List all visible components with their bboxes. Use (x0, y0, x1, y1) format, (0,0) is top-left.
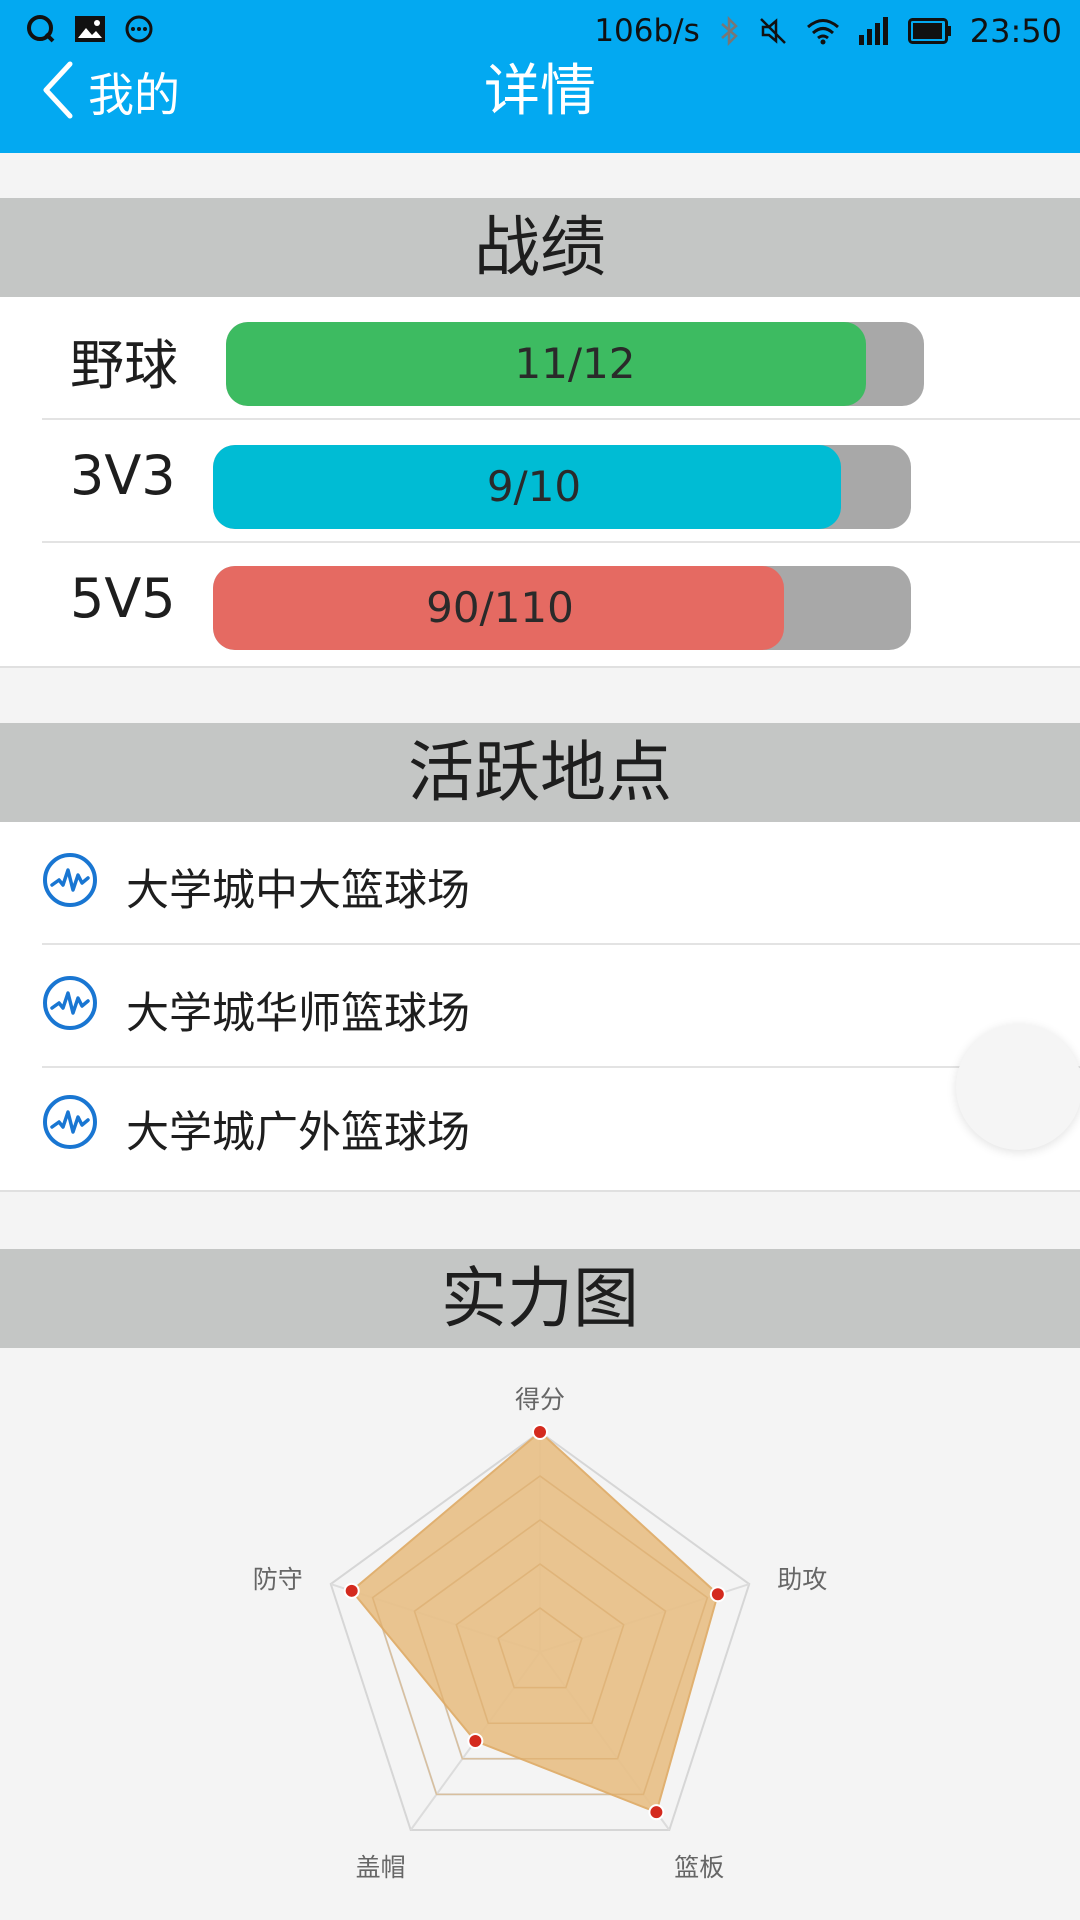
radar-axis-label: 防守 (253, 1565, 303, 1594)
bluetooth-icon (718, 16, 740, 46)
wifi-icon (806, 17, 840, 45)
radar-axis-label: 得分 (515, 1385, 565, 1414)
record-label: 3V3 (70, 444, 176, 507)
radar-point (467, 1732, 484, 1749)
mute-icon (758, 16, 788, 46)
record-label: 5V5 (70, 567, 176, 630)
place-item[interactable]: 大学城中大篮球场 (0, 822, 1080, 945)
status-bar: 106b/s 23:50 (0, 0, 1080, 60)
record-score: 11/12 (514, 339, 636, 388)
radar-axis-label: 盖帽 (356, 1853, 406, 1882)
record-label: 野球 (70, 334, 178, 397)
message-icon (124, 14, 154, 44)
radar-axis-label: 篮板 (674, 1853, 724, 1882)
radar-axis-label: 助攻 (777, 1565, 827, 1594)
radar-chart: 得分助攻篮板 盖帽 防守 (253, 1385, 827, 1882)
app-header: 106b/s 23:50 我的 详情 (0, 0, 1080, 153)
radar-point (648, 1804, 665, 1821)
activity-icon (42, 975, 98, 1031)
record-score: 90/110 (426, 583, 574, 632)
records-section-title: 战绩 (0, 198, 1080, 297)
network-rate: 106b/s (594, 13, 700, 49)
record-score: 9/10 (486, 462, 582, 511)
strength-section-title: 实力图 (0, 1249, 1080, 1348)
floating-action-button[interactable] (956, 1024, 1080, 1150)
activity-icon (42, 1094, 98, 1150)
radar-point (343, 1582, 360, 1599)
radar-data-area (350, 1430, 719, 1814)
place-name: 大学城广外篮球场 (126, 1108, 470, 1158)
place-item[interactable]: 大学城广外篮球场 (0, 1068, 1080, 1191)
place-name: 大学城华师篮球场 (126, 989, 470, 1039)
places-list: 大学城中大篮球场 大学城华师篮球场 大学城广外篮球场 (0, 822, 1080, 1192)
records-list: 野球 11/12 3V3 9/10 5V5 90/110 (0, 297, 1080, 668)
record-progress-bar: 90/110 (213, 566, 911, 650)
record-row-street[interactable]: 野球 11/12 (0, 297, 1080, 420)
places-section-title: 活跃地点 (0, 723, 1080, 822)
battery-icon (907, 18, 952, 44)
record-row-5v5[interactable]: 5V5 90/110 (0, 543, 1080, 666)
signal-icon (858, 17, 890, 45)
place-item[interactable]: 大学城华师篮球场 (0, 945, 1080, 1068)
place-name: 大学城中大篮球场 (126, 866, 470, 916)
radar-point (532, 1424, 548, 1440)
radar-chart-area: 得分助攻篮板 盖帽 防守 (0, 1348, 1080, 1920)
qq-icon (26, 14, 56, 44)
image-icon (74, 15, 106, 43)
activity-icon (42, 852, 98, 908)
record-progress-bar: 9/10 (213, 445, 911, 529)
clock: 23:50 (969, 12, 1062, 50)
page-title: 详情 (484, 59, 596, 124)
record-row-3v3[interactable]: 3V3 9/10 (0, 420, 1080, 543)
record-progress-bar: 11/12 (226, 322, 924, 406)
navigation-bar: 我的 详情 (0, 60, 1080, 153)
radar-point (709, 1586, 726, 1603)
